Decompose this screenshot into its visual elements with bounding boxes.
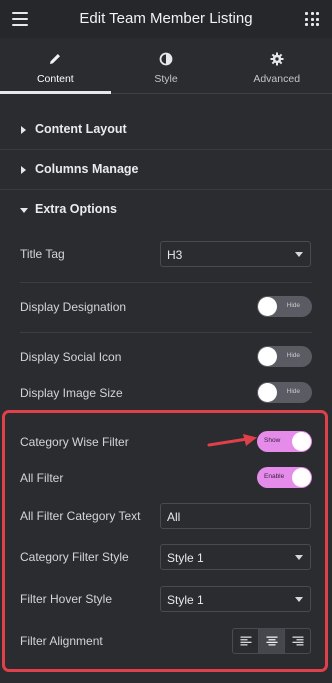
filter-hover-style-select[interactable]: Style 1	[160, 586, 311, 612]
align-left-button[interactable]	[233, 629, 258, 653]
toggle-knob	[292, 468, 311, 487]
display-social-icon-label: Display Social Icon	[20, 350, 122, 364]
toggle-state: Enable	[264, 473, 285, 480]
toggle-knob	[292, 432, 311, 451]
tab-content[interactable]: Content	[0, 38, 111, 94]
section-extra-options[interactable]: Extra Options	[0, 190, 332, 230]
all-filter-category-text-label: All Filter Category Text	[20, 509, 141, 523]
section-content-layout[interactable]: Content Layout	[0, 110, 332, 150]
filter-alignment-label: Filter Alignment	[20, 634, 103, 648]
toggle-knob	[258, 383, 277, 402]
dropdown-arrow-icon	[295, 252, 303, 257]
filter-alignment-group	[232, 628, 311, 654]
align-right-icon	[292, 636, 303, 646]
annotation-arrow-icon	[207, 434, 257, 447]
pencil-icon	[50, 54, 61, 64]
display-social-icon-toggle[interactable]: Hide	[257, 346, 312, 367]
divider	[20, 332, 312, 333]
title-tag-select[interactable]: H3	[160, 241, 311, 267]
caret-right-icon	[21, 166, 26, 174]
tab-advanced-label: Advanced	[253, 73, 301, 85]
display-image-size-label: Display Image Size	[20, 386, 123, 400]
caret-down-icon	[20, 208, 28, 213]
category-wise-filter-toggle[interactable]: Show	[257, 431, 312, 452]
align-center-button[interactable]	[258, 629, 284, 653]
toggle-state: Show	[264, 437, 281, 444]
display-designation-toggle[interactable]: Hide	[257, 296, 312, 317]
category-filter-style-select[interactable]: Style 1	[160, 544, 311, 570]
category-filter-style-label: Category Filter Style	[20, 550, 129, 564]
panel-tabs: Content Style Advanced	[0, 38, 332, 94]
header-bar: Edit Team Member Listing	[0, 0, 332, 38]
toggle-state: Hide	[286, 388, 300, 395]
tab-content-label: Content	[36, 73, 74, 85]
tab-style-label: Style	[154, 73, 178, 85]
toggle-knob	[258, 347, 277, 366]
display-image-size-toggle[interactable]: Hide	[257, 382, 312, 403]
divider	[20, 282, 312, 283]
dropdown-arrow-icon	[295, 555, 303, 560]
grid-apps-icon[interactable]	[305, 12, 319, 26]
half-circle-icon	[159, 52, 173, 66]
caret-right-icon	[21, 126, 26, 134]
section-title: Extra Options	[35, 202, 117, 216]
category-wise-filter-label: Category Wise Filter	[20, 435, 129, 449]
dropdown-arrow-icon	[295, 597, 303, 602]
filter-hover-style-label: Filter Hover Style	[20, 592, 113, 606]
all-filter-label: All Filter	[20, 471, 64, 485]
section-title: Content Layout	[35, 122, 127, 136]
align-center-icon	[266, 636, 277, 646]
title-tag-value: H3	[167, 248, 183, 262]
display-designation-label: Display Designation	[20, 300, 127, 314]
align-right-button[interactable]	[284, 629, 310, 653]
section-title: Columns Manage	[35, 162, 139, 176]
toggle-state: Hide	[286, 352, 300, 359]
all-filter-toggle[interactable]: Enable	[257, 467, 312, 488]
section-columns-manage[interactable]: Columns Manage	[0, 150, 332, 190]
category-filter-style-value: Style 1	[167, 551, 204, 565]
gear-icon	[270, 52, 284, 66]
tab-advanced[interactable]: Advanced	[221, 38, 332, 93]
title-tag-label: Title Tag	[20, 247, 65, 261]
toggle-state: Hide	[286, 302, 300, 309]
tab-style[interactable]: Style	[111, 38, 222, 93]
panel-title: Edit Team Member Listing	[79, 10, 253, 27]
all-filter-category-text-input[interactable]: All	[160, 503, 311, 529]
toggle-knob	[258, 297, 277, 316]
align-left-icon	[240, 636, 251, 646]
filter-hover-style-value: Style 1	[167, 593, 204, 607]
